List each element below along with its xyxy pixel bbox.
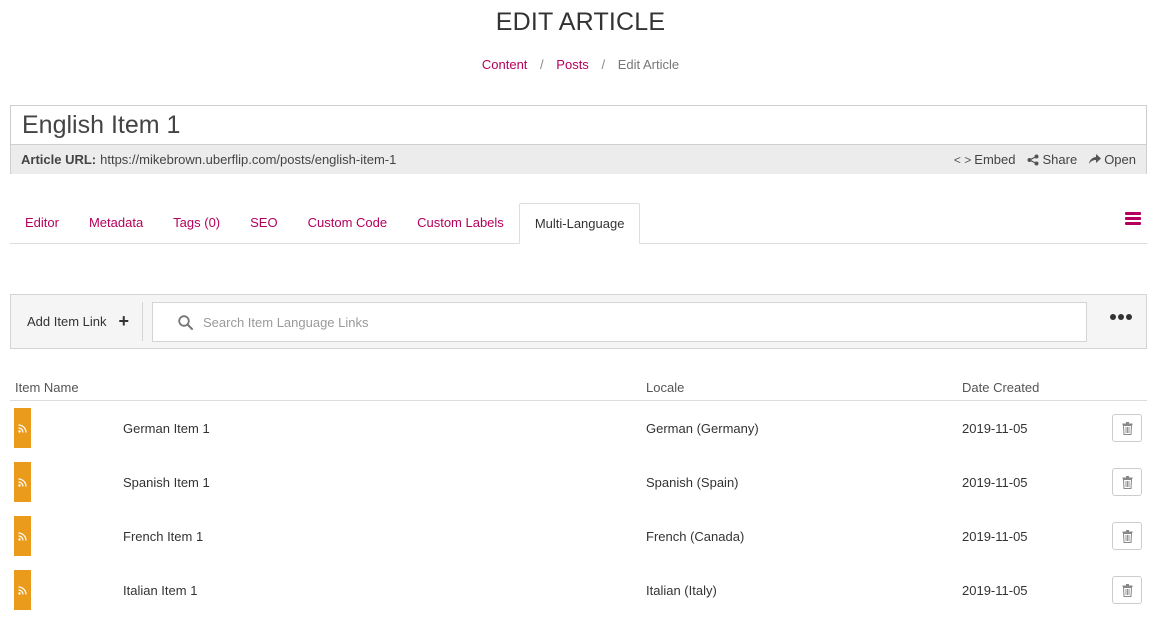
share-label: Share <box>1042 152 1078 167</box>
toolbar-divider <box>142 302 143 341</box>
item-date: 2019-11-05 <box>962 421 1028 436</box>
item-name[interactable]: Spanish Item 1 <box>123 475 210 490</box>
article-url-actions: < > Embed Share Open <box>954 152 1136 167</box>
more-options-icon[interactable] <box>1110 314 1132 320</box>
tab-custom-labels[interactable]: Custom Labels <box>402 203 519 243</box>
breadcrumb: Content / Posts / Edit Article <box>0 57 1161 72</box>
breadcrumb-separator: / <box>540 57 544 72</box>
table-row[interactable]: Spanish Item 1 Spanish (Spain) 2019-11-0… <box>10 455 1147 509</box>
delete-button[interactable] <box>1112 468 1142 496</box>
tab-metadata[interactable]: Metadata <box>74 203 158 243</box>
column-header-date-created: Date Created <box>962 380 1040 395</box>
item-thumbnail <box>14 408 31 448</box>
plus-icon: + <box>118 311 130 331</box>
tab-custom-code[interactable]: Custom Code <box>293 203 402 243</box>
add-item-link-button[interactable]: Add Item Link + <box>27 295 129 348</box>
article-url-bar: Article URL: https://mikebrown.uberflip.… <box>11 145 1146 174</box>
item-date: 2019-11-05 <box>962 529 1028 544</box>
item-date: 2019-11-05 <box>962 475 1028 490</box>
rss-icon <box>18 585 27 595</box>
share-button[interactable]: Share <box>1027 152 1077 167</box>
breadcrumb-current: Edit Article <box>617 57 680 72</box>
item-thumbnail <box>14 516 31 556</box>
page-title: EDIT ARTICLE <box>495 8 666 36</box>
open-button[interactable]: Open <box>1089 152 1136 167</box>
column-header-locale: Locale <box>646 380 685 395</box>
table-row[interactable]: French Item 1 French (Canada) 2019-11-05 <box>10 509 1147 563</box>
tab-multi-language[interactable]: Multi-Language <box>518 203 641 244</box>
language-links-table: Item Name Locale Date Created German Ite… <box>10 372 1147 617</box>
search-input[interactable] <box>203 314 1063 330</box>
article-title-input[interactable] <box>11 106 1146 145</box>
table-header: Item Name Locale Date Created <box>10 372 1147 401</box>
trash-icon <box>1122 529 1132 543</box>
item-locale: Italian (Italy) <box>646 583 717 598</box>
add-item-link-label: Add Item Link <box>27 314 107 329</box>
language-links-toolbar: Add Item Link + <box>10 294 1147 349</box>
item-name[interactable]: French Item 1 <box>123 529 203 544</box>
rss-icon <box>18 531 27 541</box>
rss-icon <box>18 423 27 433</box>
delete-button[interactable] <box>1112 522 1142 550</box>
breadcrumb-content-link[interactable]: Content <box>482 57 528 72</box>
trash-icon <box>1122 583 1132 597</box>
item-locale: German (Germany) <box>646 421 759 436</box>
item-date: 2019-11-05 <box>962 583 1028 598</box>
breadcrumb-separator: / <box>601 57 606 72</box>
open-arrow-icon <box>1089 154 1102 164</box>
article-url-label: Article URL: <box>21 152 97 167</box>
breadcrumb-posts-link[interactable]: Posts <box>556 57 589 72</box>
table-row[interactable]: German Item 1 German (Germany) 2019-11-0… <box>10 401 1147 455</box>
item-name[interactable]: German Item 1 <box>123 421 210 436</box>
trash-icon <box>1122 475 1132 489</box>
search-box <box>152 302 1087 342</box>
share-icon <box>1027 154 1039 165</box>
item-locale: French (Canada) <box>646 529 745 544</box>
search-icon <box>178 314 193 330</box>
item-name[interactable]: Italian Item 1 <box>123 583 197 598</box>
table-row[interactable]: Italian Item 1 Italian (Italy) 2019-11-0… <box>10 563 1147 617</box>
tab-editor[interactable]: Editor <box>10 203 74 243</box>
article-title-box: Article URL: https://mikebrown.uberflip.… <box>10 105 1147 174</box>
open-label: Open <box>1104 152 1136 167</box>
embed-label: Embed <box>974 152 1016 167</box>
trash-icon <box>1122 421 1132 435</box>
article-url-value: https://mikebrown.uberflip.com/posts/eng… <box>100 152 397 167</box>
item-thumbnail <box>14 570 31 610</box>
embed-button[interactable]: < > Embed <box>954 152 1016 167</box>
tab-seo[interactable]: SEO <box>235 203 292 243</box>
menu-icon[interactable] <box>1125 212 1141 226</box>
delete-button[interactable] <box>1112 414 1142 442</box>
article-tabs: Editor Metadata Tags (0) SEO Custom Code… <box>10 203 1147 244</box>
column-header-item-name: Item Name <box>15 380 79 395</box>
rss-icon <box>18 477 27 487</box>
item-thumbnail <box>14 462 31 502</box>
delete-button[interactable] <box>1112 576 1142 604</box>
item-locale: Spanish (Spain) <box>646 475 739 490</box>
tab-tags[interactable]: Tags (0) <box>158 203 235 243</box>
code-icon: < > <box>953 152 972 167</box>
